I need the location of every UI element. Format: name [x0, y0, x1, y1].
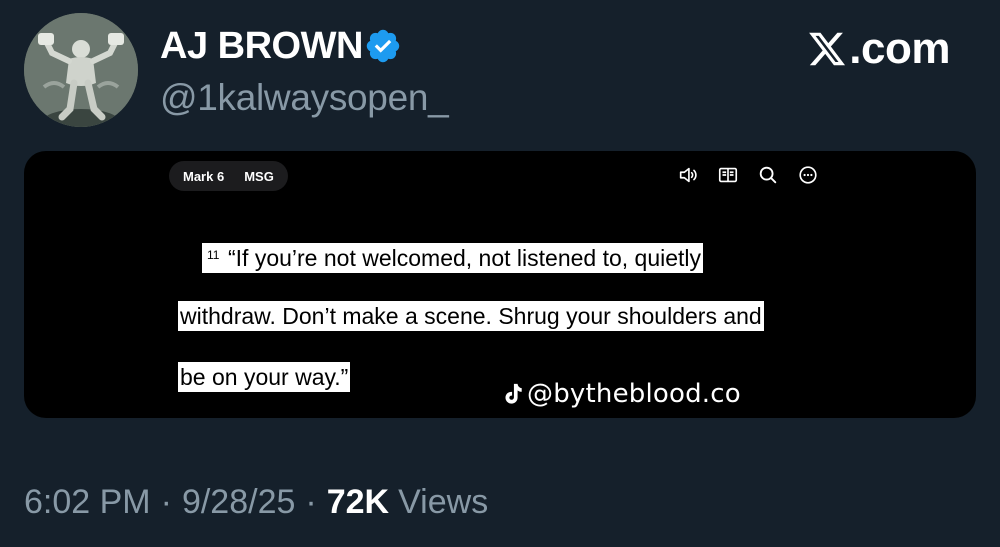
speaker-icon[interactable]	[676, 163, 700, 187]
watermark-text: @bytheblood.co	[527, 379, 741, 409]
author-handle[interactable]: @1kalwaysopen_	[160, 76, 449, 120]
bible-reference-pill[interactable]: Mark 6 MSG	[169, 161, 288, 191]
views-label: Views	[398, 483, 489, 521]
quote-line: withdraw. Don’t make a scene. Shrug your…	[178, 301, 764, 331]
separator-dot: ·	[305, 483, 317, 521]
verified-badge-icon	[366, 29, 400, 63]
quote-line: “If you’re not welcomed, not listened to…	[202, 243, 704, 273]
tiktok-watermark: @bytheblood.co	[502, 379, 741, 409]
book-icon[interactable]	[716, 163, 740, 187]
x-logo-icon	[809, 32, 846, 66]
brand-logo: .com	[807, 24, 950, 74]
separator-dot: ·	[160, 483, 172, 521]
post-date[interactable]: 9/28/25	[182, 480, 295, 524]
quote-line: be on your way.”	[178, 362, 351, 392]
author-name[interactable]: AJ BROWN	[160, 24, 363, 68]
post-time[interactable]: 6:02 PM	[24, 480, 151, 524]
reference-version[interactable]: MSG	[244, 169, 274, 184]
statue-avatar-icon	[24, 13, 138, 127]
avatar[interactable]	[24, 13, 138, 127]
media-image[interactable]: Mark 6 MSG “If you’re not welcomed, not …	[24, 151, 976, 418]
post-meta: 6:02 PM · 9/28/25 · 72K Views	[24, 480, 488, 524]
tiktok-icon	[505, 383, 522, 404]
views-count[interactable]: 72K	[327, 480, 389, 524]
reference-book[interactable]: Mark 6	[183, 169, 224, 184]
verse-number: 11	[207, 248, 220, 262]
brand-suffix: .com	[849, 24, 950, 73]
search-icon[interactable]	[756, 163, 780, 187]
more-icon[interactable]	[796, 163, 820, 187]
post-screenshot: AJ BROWN @1kalwaysopen_ .com Mark 6 MSG	[0, 0, 1000, 547]
reader-toolbar	[676, 163, 820, 187]
